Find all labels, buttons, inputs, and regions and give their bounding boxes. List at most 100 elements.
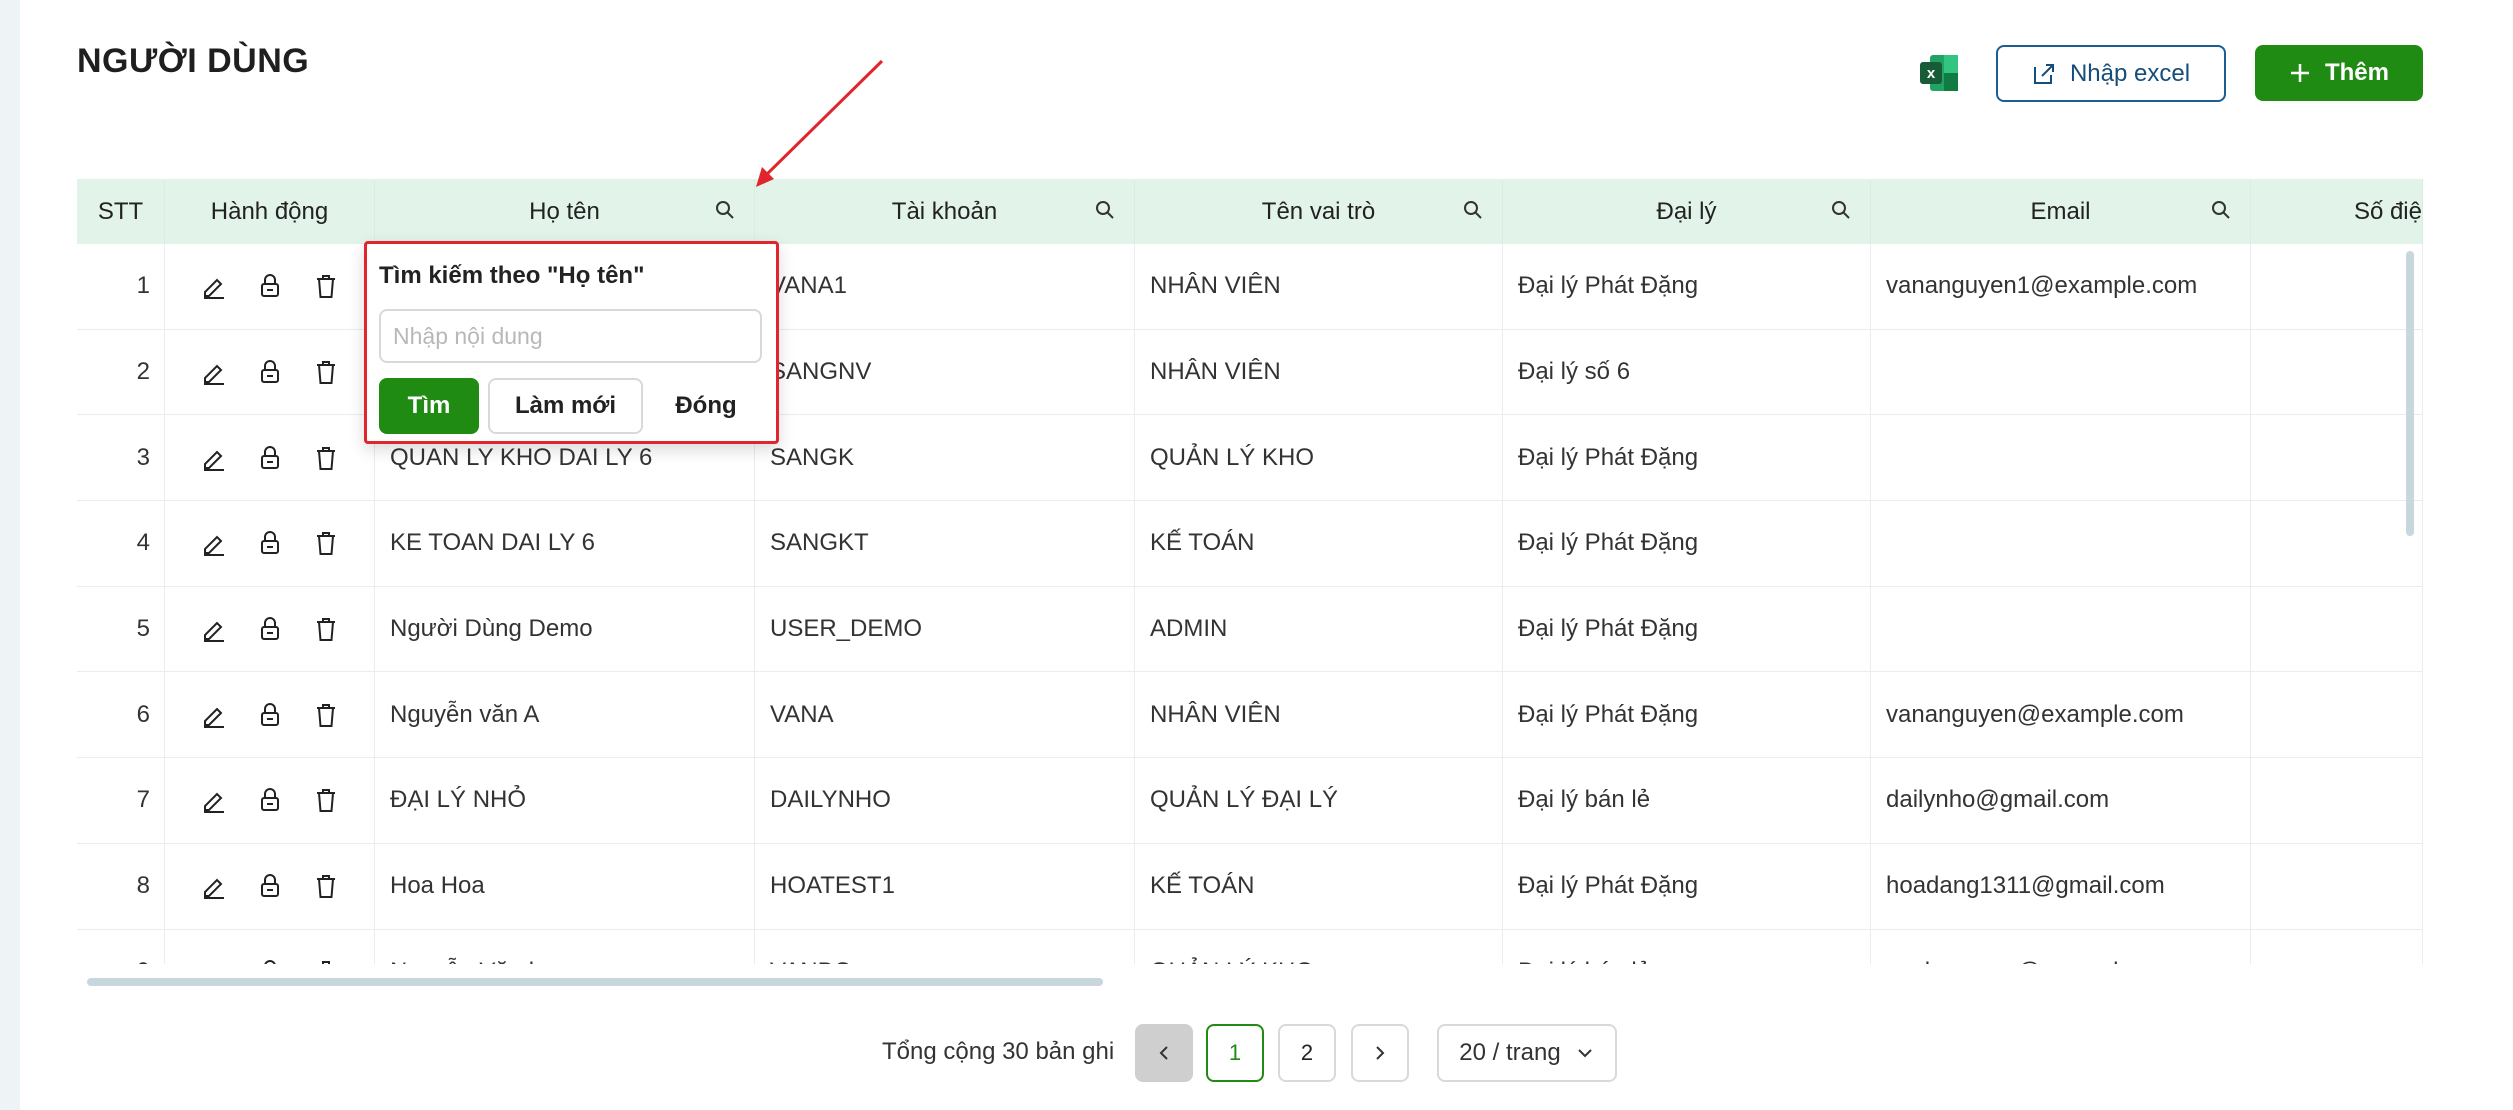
cell-name: KE TOAN DAI LY 6 xyxy=(375,501,755,586)
table-row: 4 KE TOAN DAI LY 6 SANGKT KẾ TOÁN Đại lý Phá… xyxy=(77,501,2423,587)
cell-account: DAILYNHO xyxy=(755,758,1135,843)
cell-stt: 4 xyxy=(77,501,165,586)
cell-role: QUẢN LÝ ĐẠI LÝ xyxy=(1135,758,1503,843)
horizontal-scrollbar[interactable] xyxy=(87,978,1103,986)
page-title: NGƯỜI DÙNG xyxy=(77,42,310,80)
filter-reset-button[interactable]: Làm mới xyxy=(488,378,643,434)
lock-icon[interactable] xyxy=(255,528,285,558)
total-records: Tổng cộng 30 bản ghi xyxy=(882,1038,1115,1065)
cell-actions xyxy=(165,843,375,929)
cell-phone xyxy=(2251,843,2423,929)
lock-icon[interactable] xyxy=(255,271,285,301)
trash-icon[interactable] xyxy=(311,614,341,644)
lock-icon[interactable] xyxy=(255,700,285,730)
cell-actions xyxy=(165,501,375,586)
next-page-button[interactable] xyxy=(1351,1024,1409,1082)
cell-role: NHÂN VIÊN xyxy=(1135,244,1503,329)
lock-icon[interactable] xyxy=(255,957,285,964)
table-row: 7 ĐẠI LÝ NHỎ DAILYNHO QUẢN LÝ ĐẠI LÝ Đại lý … xyxy=(77,758,2423,844)
cell-name: Hoa Hoa xyxy=(375,843,755,929)
search-icon[interactable] xyxy=(714,199,736,221)
lock-icon[interactable] xyxy=(255,871,285,901)
cell-actions xyxy=(165,929,375,964)
cell-account: SANGNV xyxy=(755,329,1135,415)
column-header-stt: STT xyxy=(77,179,165,244)
trash-icon[interactable] xyxy=(311,957,341,964)
edit-icon[interactable] xyxy=(199,614,229,644)
cell-account: USER_DEMO xyxy=(755,586,1135,672)
cell-name: ĐẠI LÝ NHỎ xyxy=(375,758,755,843)
trash-icon[interactable] xyxy=(311,357,341,387)
cell-phone xyxy=(2251,929,2423,964)
cell-agent: Đại lý Phát Đặng xyxy=(1503,415,1871,501)
import-excel-button[interactable]: Nhập excel xyxy=(1996,45,2226,102)
cell-email xyxy=(1871,501,2251,586)
add-user-label: Thêm xyxy=(2324,59,2389,86)
name-filter-popup: Tìm kiếm theo "Họ tên" Tìm Làm mới Đóng xyxy=(364,241,779,444)
page-container: NGƯỜI DÙNG x Nhập excel Thêm STT Hành độ… xyxy=(20,0,2513,1110)
cell-name: Người Dùng Demo xyxy=(375,586,755,672)
search-icon[interactable] xyxy=(2210,199,2232,221)
cell-actions xyxy=(165,415,375,501)
cell-actions xyxy=(165,586,375,672)
search-icon[interactable] xyxy=(1094,199,1116,221)
cell-name: Nguyễn Văn b xyxy=(375,929,755,964)
filter-close-button[interactable]: Đóng xyxy=(651,378,761,434)
cell-agent: Đại lý bán lẻ xyxy=(1503,929,1871,964)
cell-account: VANBC xyxy=(755,929,1135,964)
cell-actions xyxy=(165,758,375,843)
cell-email: dailynho@gmail.com xyxy=(1871,758,2251,843)
svg-text:x: x xyxy=(1927,65,1936,82)
lock-icon[interactable] xyxy=(255,614,285,644)
page-1-button[interactable]: 1 xyxy=(1206,1024,1264,1082)
cell-phone xyxy=(2251,501,2423,586)
cell-actions xyxy=(165,672,375,758)
lock-icon[interactable] xyxy=(255,357,285,387)
page-size-select[interactable]: 20 / trang xyxy=(1437,1024,1617,1082)
cell-role: NHÂN VIÊN xyxy=(1135,329,1503,415)
cell-role: QUẢN LÝ KHO xyxy=(1135,415,1503,501)
column-header-phone: Số điệ xyxy=(2251,179,2423,244)
edit-icon[interactable] xyxy=(199,443,229,473)
search-icon[interactable] xyxy=(1462,199,1484,221)
page-2-button[interactable]: 2 xyxy=(1278,1024,1336,1082)
annotation-arrow xyxy=(756,59,884,187)
add-user-button[interactable]: Thêm xyxy=(2255,45,2423,101)
cell-phone xyxy=(2251,672,2423,758)
cell-agent: Đại lý bán lẻ xyxy=(1503,758,1871,843)
chevron-left-icon xyxy=(1159,1046,1168,1060)
excel-icon[interactable]: x xyxy=(1918,53,1960,93)
trash-icon[interactable] xyxy=(311,871,341,901)
cell-email: vananguyen1@example.com xyxy=(1871,244,2251,329)
column-header-actions: Hành động xyxy=(165,179,375,244)
chevron-down-icon xyxy=(1577,1049,1592,1058)
cell-account: VANA xyxy=(755,672,1135,758)
cell-phone xyxy=(2251,329,2423,415)
edit-icon[interactable] xyxy=(199,357,229,387)
edit-icon[interactable] xyxy=(199,785,229,815)
edit-icon[interactable] xyxy=(199,528,229,558)
prev-page-button[interactable] xyxy=(1135,1024,1193,1082)
trash-icon[interactable] xyxy=(311,271,341,301)
chevron-right-icon xyxy=(1376,1046,1385,1060)
trash-icon[interactable] xyxy=(311,528,341,558)
trash-icon[interactable] xyxy=(311,443,341,473)
filter-find-button[interactable]: Tìm xyxy=(379,378,479,434)
cell-stt: 3 xyxy=(77,415,165,501)
vertical-scrollbar[interactable] xyxy=(2406,251,2414,536)
filter-search-input[interactable] xyxy=(379,309,762,363)
trash-icon[interactable] xyxy=(311,785,341,815)
column-header-role: Tên vai trò xyxy=(1135,179,1503,244)
edit-icon[interactable] xyxy=(199,957,229,964)
trash-icon[interactable] xyxy=(311,700,341,730)
search-icon[interactable] xyxy=(1830,199,1852,221)
column-header-agent: Đại lý xyxy=(1503,179,1871,244)
cell-role: QUẢN LÝ KHO xyxy=(1135,929,1503,964)
edit-icon[interactable] xyxy=(199,700,229,730)
cell-stt: 7 xyxy=(77,758,165,843)
edit-icon[interactable] xyxy=(199,271,229,301)
lock-icon[interactable] xyxy=(255,785,285,815)
edit-icon[interactable] xyxy=(199,871,229,901)
lock-icon[interactable] xyxy=(255,443,285,473)
table-row: 6 Nguyễn văn A VANA NHÂN VIÊN Đại lý Phát Đặ… xyxy=(77,672,2423,759)
